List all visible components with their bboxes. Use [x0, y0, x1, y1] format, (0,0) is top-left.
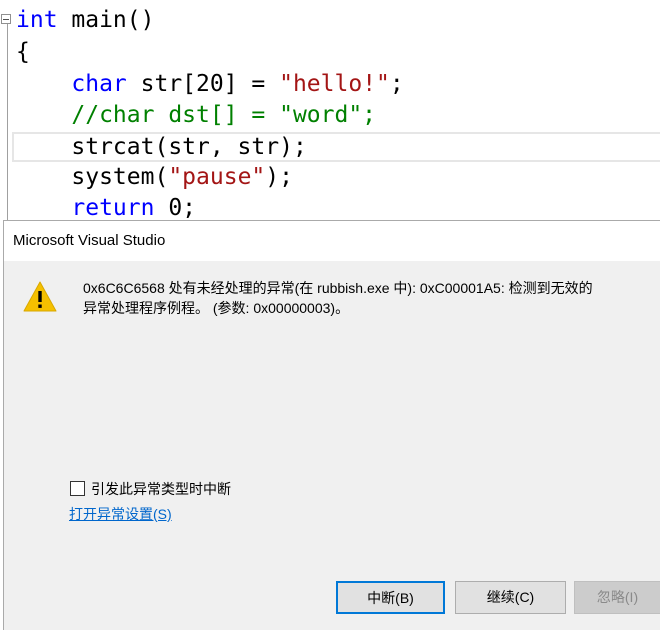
code-token: main() — [57, 7, 155, 33]
code-token: str[20] = — [126, 71, 280, 97]
code-line[interactable]: system("pause"); — [16, 162, 293, 193]
break-button[interactable]: 中断(B) — [336, 581, 445, 614]
ignore-button[interactable]: 忽略(I) — [574, 581, 660, 614]
code-token: //char dst[] = "word"; — [71, 102, 377, 128]
open-exception-settings-link[interactable]: 打开异常设置(S) — [69, 504, 172, 524]
code-token: int — [16, 7, 58, 33]
dialog-title-bar[interactable]: Microsoft Visual Studio — [4, 221, 660, 261]
code-line[interactable]: { — [16, 37, 30, 68]
code-token: ; — [389, 71, 404, 97]
break-on-exception-label[interactable]: 引发此异常类型时中断 — [91, 479, 231, 499]
code-token: "pause" — [168, 164, 266, 190]
code-token: 0; — [154, 195, 197, 221]
code-token: strcat(str, str); — [16, 134, 307, 160]
exception-message-line2: 异常处理程序例程。 (参数: 0x00000003)。 — [83, 300, 350, 316]
code-token: return — [71, 195, 155, 221]
code-line[interactable]: strcat(str, str); — [16, 132, 307, 163]
code-token: char — [71, 71, 127, 97]
continue-button[interactable]: 继续(C) — [455, 581, 566, 614]
code-line[interactable]: char str[20] = "hello!"; — [16, 69, 404, 100]
code-token: "hello!" — [279, 71, 390, 97]
exception-dialog: Microsoft Visual Studio 0x6C6C6568 处有未经处… — [3, 220, 660, 630]
code-token: { — [16, 39, 30, 65]
break-on-exception-checkbox[interactable] — [70, 481, 85, 496]
exception-message: 0x6C6C6568 处有未经处理的异常(在 rubbish.exe 中): 0… — [83, 278, 658, 318]
code-line[interactable]: //char dst[] = "word"; — [16, 100, 376, 131]
code-token: system( — [16, 164, 169, 190]
warning-icon — [23, 281, 57, 312]
dialog-title: Microsoft Visual Studio — [13, 232, 166, 249]
code-line[interactable]: int main() — [16, 5, 154, 36]
exception-message-line1: 0x6C6C6568 处有未经处理的异常(在 rubbish.exe 中): 0… — [83, 280, 593, 296]
collapse-toggle-icon[interactable] — [1, 14, 11, 24]
code-token: ); — [265, 164, 293, 190]
